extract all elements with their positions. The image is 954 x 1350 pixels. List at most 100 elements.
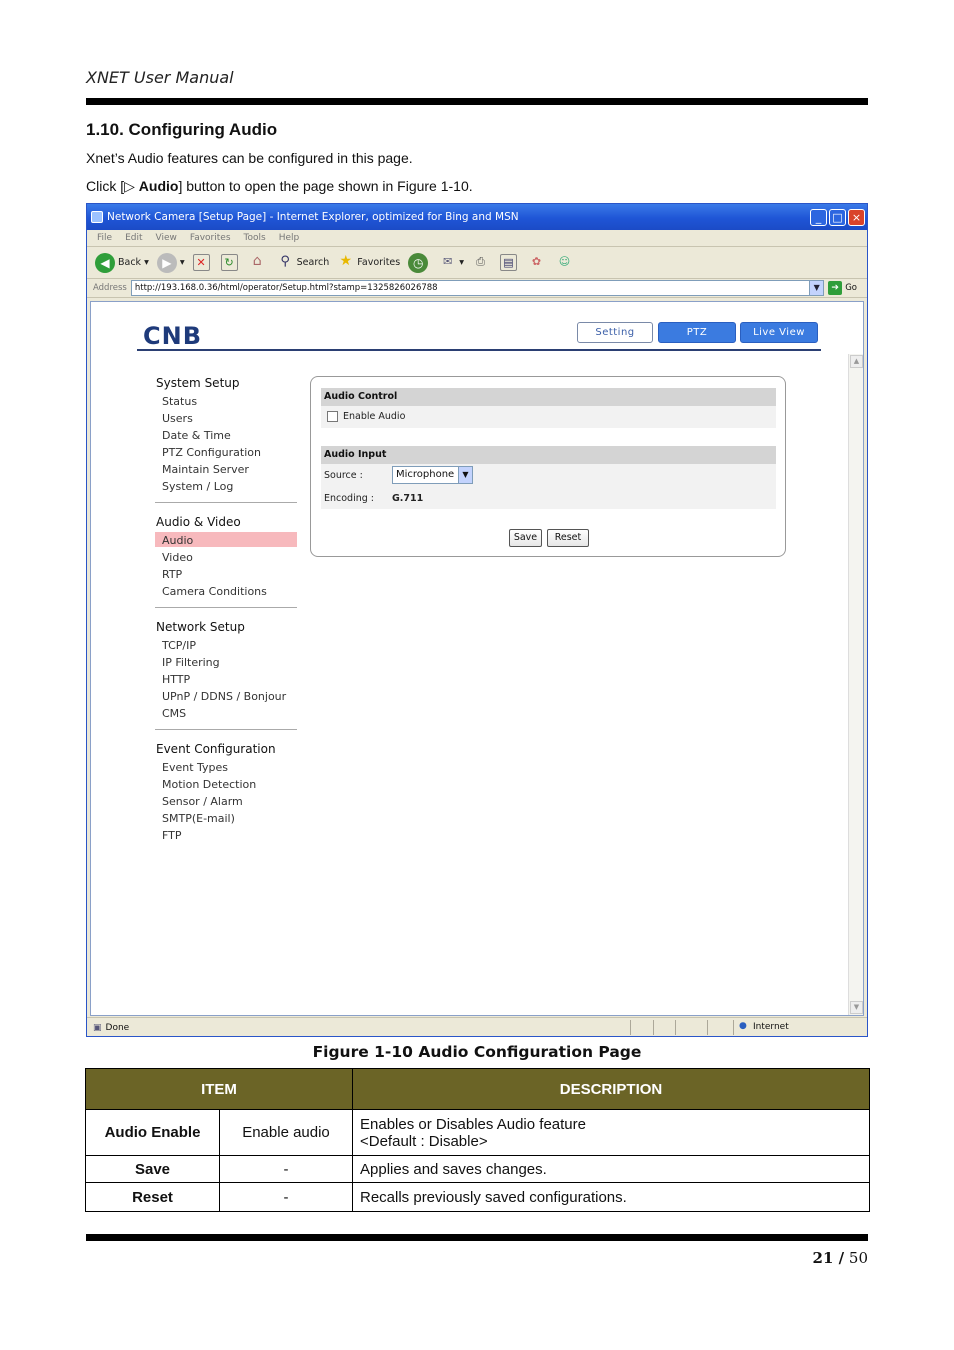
mail-button[interactable]: ✉ ▾ <box>439 254 464 271</box>
home-button[interactable]: ⌂ <box>249 254 269 271</box>
menu-file[interactable]: File <box>97 233 112 243</box>
print-button[interactable]: ⎙ <box>472 254 492 271</box>
research-button[interactable]: ✿ <box>528 254 548 271</box>
sidebar-item-users[interactable]: Users <box>162 412 193 425</box>
address-text: http://193.168.0.36/html/operator/Setup.… <box>134 283 438 293</box>
enable-audio-label: Enable Audio <box>343 411 406 422</box>
sidebar-item-system-log[interactable]: System / Log <box>162 480 233 493</box>
menu-tools[interactable]: Tools <box>244 233 266 243</box>
header-rule <box>86 98 868 105</box>
intro-paragraph: Xnet’s Audio features can be configured … <box>86 150 413 166</box>
stop-icon: ✕ <box>192 254 210 271</box>
cnb-logo: CNB <box>143 322 202 350</box>
refresh-button[interactable]: ↻ <box>220 254 241 271</box>
sidebar-item-maintain-server[interactable]: Maintain Server <box>162 463 249 476</box>
source-select[interactable]: Microphone ▼ <box>392 466 473 484</box>
close-button[interactable]: × <box>848 208 865 226</box>
sidebar-item-video[interactable]: Video <box>162 551 193 564</box>
go-button[interactable]: ➔ Go <box>828 281 857 295</box>
refresh-icon: ↻ <box>220 254 238 271</box>
section-title: 1.10. Configuring Audio <box>86 120 278 139</box>
sidebar-item-ip-filtering[interactable]: IP Filtering <box>162 656 220 669</box>
page-number: 21 / 50 <box>813 1249 868 1267</box>
group-title-audio-video: Audio & Video <box>156 515 241 529</box>
print-icon: ⎙ <box>476 255 485 268</box>
address-dropdown-icon[interactable]: ▼ <box>809 281 824 295</box>
sidebar-item-smtp[interactable]: SMTP(E-mail) <box>162 812 235 825</box>
sidebar-item-rtp[interactable]: RTP <box>162 568 182 581</box>
window-titlebar: Network Camera [Setup Page] - Internet E… <box>87 204 867 230</box>
stop-button[interactable]: ✕ <box>192 254 213 271</box>
save-button[interactable]: Save <box>509 529 542 547</box>
scroll-up-icon[interactable]: ▲ <box>850 355 863 368</box>
sidebar-divider <box>155 502 297 503</box>
status-divider <box>675 1020 676 1035</box>
menu-edit[interactable]: Edit <box>125 233 142 243</box>
back-button[interactable]: ◀ Back ▾ <box>95 252 149 273</box>
sidebar-item-ptz-configuration[interactable]: PTZ Configuration <box>162 446 261 459</box>
minimize-button[interactable]: _ <box>810 208 827 226</box>
audio-input-header: Audio Input <box>321 446 776 464</box>
nav-ptz-button[interactable]: PTZ <box>658 322 736 343</box>
address-label: Address <box>93 283 127 293</box>
header-item: ITEM <box>85 1068 353 1110</box>
scroll-down-icon[interactable]: ▼ <box>850 1001 863 1014</box>
nav-setting-button[interactable]: Setting <box>577 322 653 343</box>
status-divider <box>733 1020 734 1035</box>
header-divider <box>137 349 821 351</box>
browser-window-screenshot: Network Camera [Setup Page] - Internet E… <box>86 203 868 1037</box>
sidebar-item-sensor-alarm[interactable]: Sensor / Alarm <box>162 795 243 808</box>
audio-settings-panel: Audio Control Enable Audio Audio Input S… <box>310 376 786 557</box>
sidebar-item-date-time[interactable]: Date & Time <box>162 429 231 442</box>
menu-help[interactable]: Help <box>279 233 300 243</box>
sidebar-divider <box>155 729 297 730</box>
enable-audio-checkbox[interactable] <box>327 411 338 422</box>
search-button[interactable]: ⚲ Search <box>277 254 329 271</box>
row-desc: Recalls previously saved configurations. <box>352 1182 870 1212</box>
sidebar-item-http[interactable]: HTTP <box>162 673 190 686</box>
sidebar-item-camera-conditions[interactable]: Camera Conditions <box>162 585 267 598</box>
row-sub: - <box>219 1155 353 1183</box>
sidebar-item-ftp[interactable]: FTP <box>162 829 182 842</box>
search-icon: ⚲ <box>280 254 290 269</box>
sidebar-item-status[interactable]: Status <box>162 395 197 408</box>
sidebar-item-event-types[interactable]: Event Types <box>162 761 228 774</box>
menu-bar: File Edit View Favorites Tools Help <box>87 230 867 247</box>
go-arrow-icon: ➔ <box>828 281 843 295</box>
instruction-paragraph: Click [▷ Audio] button to open the page … <box>86 178 473 194</box>
messenger-button[interactable]: ☺ <box>556 254 576 271</box>
chevron-down-icon: ▼ <box>458 467 472 483</box>
header-description: DESCRIPTION <box>352 1068 870 1110</box>
encoding-value: G.711 <box>392 493 424 504</box>
sidebar-item-audio[interactable]: Audio <box>162 534 193 547</box>
vertical-scrollbar[interactable]: ▲ ▼ <box>848 354 863 1015</box>
menu-view[interactable]: View <box>156 233 177 243</box>
sidebar-item-tcpip[interactable]: TCP/IP <box>162 639 196 652</box>
encoding-label: Encoding : <box>324 493 375 504</box>
nav-live-view-button[interactable]: Live View <box>740 322 818 343</box>
audio-settings-table: ITEM DESCRIPTION Audio Enable Enable aud… <box>85 1068 870 1212</box>
forward-arrow-icon: ▶ <box>156 252 177 273</box>
forward-button[interactable]: ▶ ▾ <box>156 252 185 273</box>
edit-button[interactable]: ▤ <box>500 254 520 271</box>
mail-icon: ✉ <box>443 255 453 268</box>
group-title-event-configuration: Event Configuration <box>156 742 276 756</box>
table-row: Audio Enable Enable audio Enables or Dis… <box>85 1109 870 1156</box>
sidebar-item-cms[interactable]: CMS <box>162 707 186 720</box>
history-button[interactable]: ◷ <box>408 252 431 273</box>
document-header: XNET User Manual <box>86 68 234 87</box>
figure-caption: Figure 1-10 Audio Configuration Page <box>312 1043 642 1061</box>
menu-favorites[interactable]: Favorites <box>190 233 231 243</box>
status-divider <box>707 1020 708 1035</box>
page-total: 50 <box>848 1249 868 1267</box>
sidebar-divider <box>155 607 297 608</box>
star-icon: ★ <box>339 253 353 269</box>
sidebar-item-motion-detection[interactable]: Motion Detection <box>162 778 256 791</box>
status-text: Done <box>105 1022 130 1033</box>
address-input[interactable]: http://193.168.0.36/html/operator/Setup.… <box>130 280 825 296</box>
reset-button[interactable]: Reset <box>547 529 589 547</box>
favorites-button[interactable]: ★ Favorites <box>337 253 401 271</box>
status-divider <box>653 1020 654 1035</box>
maximize-button[interactable]: □ <box>829 208 846 226</box>
sidebar-item-upnp-ddns-bonjour[interactable]: UPnP / DDNS / Bonjour <box>162 690 286 703</box>
